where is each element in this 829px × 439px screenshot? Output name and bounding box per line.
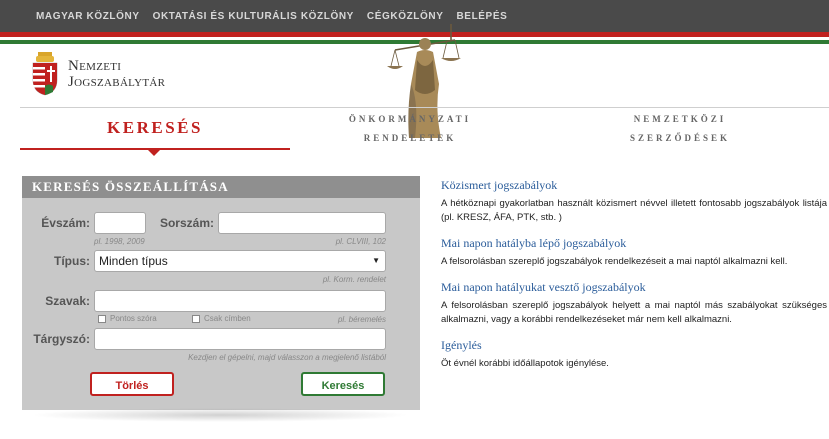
site-title-line1: Nemzeti [68,58,122,74]
exact-word-checkbox[interactable]: Pontos szóra [98,314,157,323]
exact-word-label: Pontos szóra [110,314,157,323]
tabs-divider [20,107,829,108]
title-only-label: Csak címben [204,314,251,323]
checkbox-icon [192,314,200,323]
info-desc: Öt évnél korábbi időállapotok igénylése. [441,358,609,369]
number-input[interactable] [218,212,386,234]
words-label: Szavak: [45,294,90,308]
info-link-request[interactable]: Igénylés [441,338,827,353]
year-label: Évszám: [41,216,90,230]
subject-input[interactable] [94,328,386,350]
panel-shadow [30,408,410,422]
type-label: Típus: [54,254,90,268]
search-button[interactable]: Keresés [301,372,385,396]
tab-local-line1: ÖNKORMÁNYZATI [348,114,472,124]
tab-intl-line1: NEMZETKÖZI [633,114,727,124]
tab-local-regulations[interactable]: ÖNKORMÁNYZATI RENDELETEK [320,110,500,148]
info-item: Mai napon hatályba lépő jogszabályok A f… [441,236,827,269]
info-item: Mai napon hatályukat vesztő jogszabályok… [441,280,827,327]
words-input[interactable] [94,290,386,312]
active-tab-arrow-icon [148,150,160,156]
number-label: Sorszám: [159,216,214,230]
info-link-effective-today[interactable]: Mai napon hatályba lépő jogszabályok [441,236,827,251]
info-link-well-known[interactable]: Közismert jogszabályok [441,178,827,193]
type-select-value: Minden típus [99,254,168,268]
site-title-line2: Jogszabálytár [68,74,166,90]
words-hint: pl. béremelés [337,315,386,324]
nav-oktatasi-kozlony[interactable]: OKTATÁSI ÉS KULTURÁLIS KÖZLÖNY [153,11,354,22]
tab-international-treaties[interactable]: NEMZETKÖZI SZERZŐDÉSEK [590,110,770,148]
tab-intl-line2: SZERZŐDÉSEK [629,133,731,143]
site-title[interactable]: Nemzeti Jogszabálytár [68,58,165,90]
chevron-down-icon: ▼ [372,256,380,265]
tab-search[interactable]: KERESÉS [85,118,225,138]
coat-of-arms-icon[interactable] [32,52,58,96]
info-link-expiring-today[interactable]: Mai napon hatályukat vesztő jogszabályok [441,280,827,295]
info-item: Igénylés Öt évnél korábbi időállapotok i… [441,338,827,371]
info-column: Közismert jogszabályok A hétköznapi gyak… [441,178,827,382]
search-form-title: KERESÉS ÖSSZEÁLLÍTÁSA [22,176,420,198]
info-item: Közismert jogszabályok A hétköznapi gyak… [441,178,827,225]
year-hint: pl. 1998, 2009 [94,237,145,246]
type-select[interactable]: Minden típus ▼ [94,250,386,272]
info-desc: A hétköznapi gyakorlatban használt közis… [441,198,827,223]
subject-hint: Kezdjen el gépelni, majd válasszon a meg… [188,353,386,362]
clear-button[interactable]: Törlés [90,372,174,396]
checkbox-icon [98,314,106,323]
tab-local-line2: RENDELETEK [363,133,457,143]
nav-magyar-kozlony[interactable]: MAGYAR KÖZLÖNY [36,11,140,22]
year-input[interactable] [94,212,146,234]
info-desc: A felsorolásban szereplő jogszabályok he… [441,300,827,325]
number-hint: pl. CLVIII, 102 [335,237,386,246]
info-desc: A felsorolásban szereplő jogszabályok re… [441,256,788,267]
title-only-checkbox[interactable]: Csak címben [192,314,251,323]
type-hint: pl. Korm. rendelet [322,275,386,284]
subject-label: Tárgyszó: [33,332,90,346]
